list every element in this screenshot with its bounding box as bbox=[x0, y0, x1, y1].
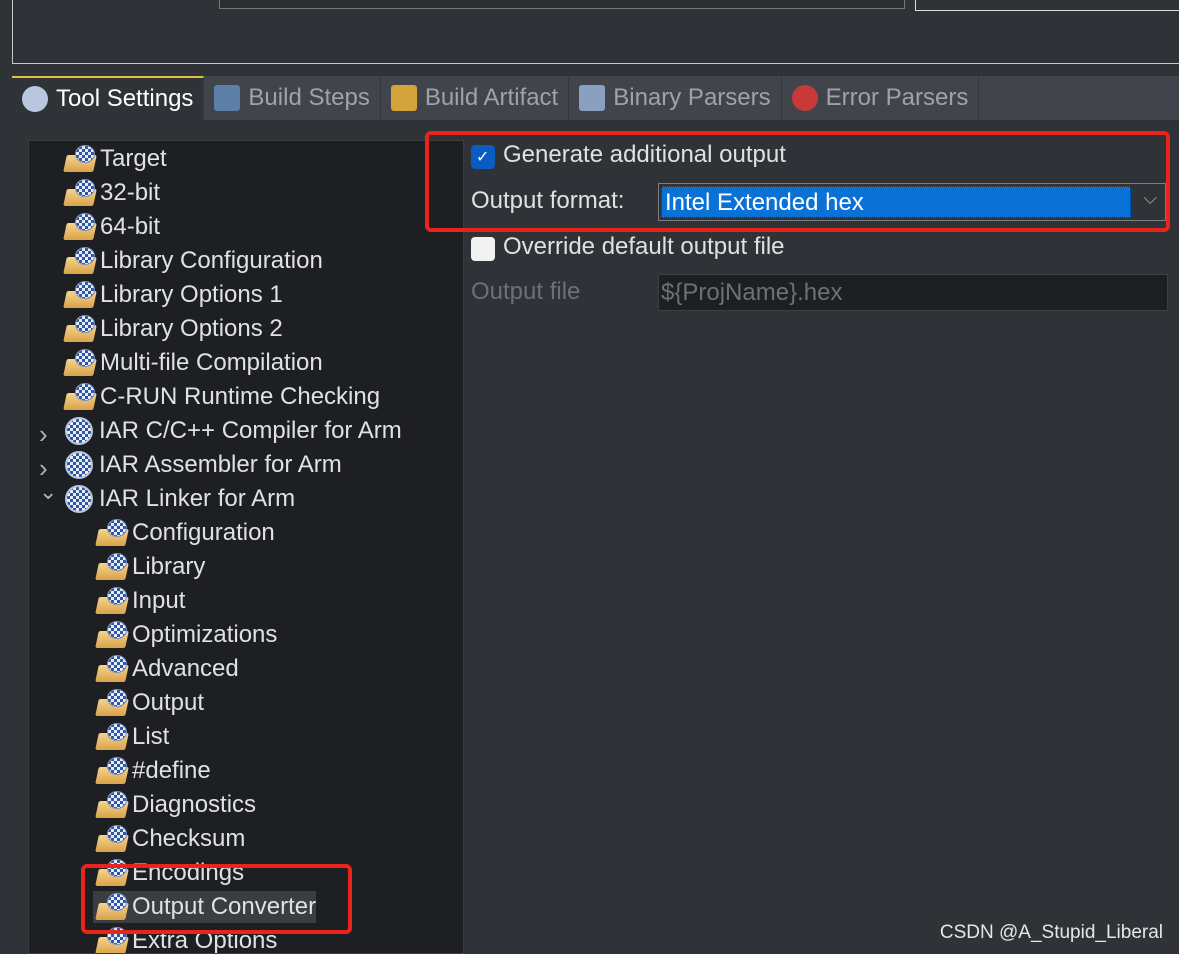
override-output-label: Override default output file bbox=[503, 233, 785, 260]
tree-item-label: Diagnostics bbox=[132, 791, 257, 818]
binary-icon bbox=[579, 85, 606, 111]
tab-bar: Tool Settings Build Steps Build Artifact Bi… bbox=[12, 76, 1179, 120]
tab-error-parsers[interactable]: Error Parsers bbox=[782, 76, 980, 120]
settings-folder-icon bbox=[63, 315, 97, 343]
tree-item[interactable]: Optimizations bbox=[95, 619, 278, 651]
tree-item[interactable]: Checksum bbox=[95, 823, 246, 855]
tab-label: Binary Parsers bbox=[613, 84, 771, 111]
tab-label: Build Steps bbox=[248, 84, 370, 111]
tool-settings-icon bbox=[22, 86, 48, 112]
settings-folder-icon bbox=[63, 213, 97, 241]
trophy-icon bbox=[390, 85, 417, 111]
settings-folder-icon bbox=[63, 349, 97, 377]
settings-folder-icon bbox=[95, 655, 129, 683]
tree-item-label: Library bbox=[132, 553, 206, 580]
chevron-right-icon[interactable]: › bbox=[39, 419, 48, 450]
tree-item[interactable]: 32-bit bbox=[63, 177, 161, 209]
settings-folder-icon bbox=[95, 553, 129, 581]
tree-item[interactable]: Target bbox=[63, 143, 167, 175]
tree-item-label: C-RUN Runtime Checking bbox=[100, 383, 381, 410]
tool-gear-icon bbox=[65, 485, 93, 513]
highlight-box bbox=[425, 131, 1170, 232]
tree-item-label: IAR C/C++ Compiler for Arm bbox=[99, 417, 402, 444]
tree-item-label: 64-bit bbox=[100, 213, 161, 240]
tree-item[interactable]: Input bbox=[95, 585, 186, 617]
settings-folder-icon bbox=[95, 791, 129, 819]
settings-folder-icon bbox=[95, 689, 129, 717]
configuration-field[interactable] bbox=[219, 0, 905, 9]
override-output-checkbox[interactable] bbox=[471, 237, 495, 261]
settings-folder-icon bbox=[95, 757, 129, 785]
tree-item-label: Target bbox=[100, 145, 167, 172]
tree-item[interactable]: Configuration bbox=[95, 517, 275, 549]
tree-item-label: Checksum bbox=[132, 825, 246, 852]
tree-item[interactable]: Library bbox=[95, 551, 206, 583]
settings-folder-icon bbox=[95, 825, 129, 853]
tree-item[interactable]: Advanced bbox=[95, 653, 239, 685]
tab-build-artifact[interactable]: Build Artifact bbox=[381, 76, 570, 120]
tab-tool-settings[interactable]: Tool Settings bbox=[12, 76, 205, 120]
tree-item-label: IAR Assembler for Arm bbox=[99, 451, 342, 478]
settings-tree[interactable]: Target 32-bit 64-bit Library Configuration L… bbox=[28, 140, 464, 954]
tree-item[interactable]: IAR C/C++ Compiler for Arm bbox=[65, 415, 402, 447]
output-file-input[interactable]: ${ProjName}.hex bbox=[658, 274, 1168, 311]
error-icon bbox=[791, 85, 818, 111]
tree-item-label: 32-bit bbox=[100, 179, 161, 206]
settings-folder-icon bbox=[95, 519, 129, 547]
output-file-label: Output file bbox=[471, 278, 581, 305]
tree-item[interactable]: Diagnostics bbox=[95, 789, 257, 821]
tree-item[interactable]: Output bbox=[95, 687, 205, 719]
tree-item[interactable]: Library Configuration bbox=[63, 245, 323, 277]
tree-item-label: Configuration bbox=[132, 519, 275, 546]
tree-item-label: Advanced bbox=[132, 655, 239, 682]
tree-item[interactable]: IAR Linker for Arm bbox=[65, 483, 295, 515]
tool-gear-icon bbox=[65, 417, 93, 445]
tree-item-label: List bbox=[132, 723, 170, 750]
tree-item[interactable]: 64-bit bbox=[63, 211, 161, 243]
tree-item[interactable]: C-RUN Runtime Checking bbox=[63, 381, 381, 413]
tab-binary-parsers[interactable]: Binary Parsers bbox=[569, 76, 782, 120]
tree-item[interactable]: IAR Assembler for Arm bbox=[65, 449, 342, 481]
tree-item-label: #define bbox=[132, 757, 211, 784]
settings-folder-icon bbox=[95, 587, 129, 615]
chevron-down-icon[interactable]: ⌄ bbox=[39, 479, 57, 505]
tree-item-label: Library Options 1 bbox=[100, 281, 283, 308]
tab-label: Tool Settings bbox=[56, 85, 194, 112]
tree-item[interactable]: List bbox=[95, 721, 170, 753]
tree-item-label: Library Options 2 bbox=[100, 315, 283, 342]
tree-item-label: Library Configuration bbox=[100, 247, 323, 274]
tree-item[interactable]: Multi-file Compilation bbox=[63, 347, 323, 379]
tree-item-label: Optimizations bbox=[132, 621, 278, 648]
watermark: CSDN @A_Stupid_Liberal bbox=[939, 922, 1163, 943]
settings-folder-icon bbox=[95, 621, 129, 649]
tree-item-label: IAR Linker for Arm bbox=[99, 485, 296, 512]
settings-folder-icon bbox=[63, 247, 97, 275]
highlight-box bbox=[81, 864, 352, 934]
build-steps-icon bbox=[214, 85, 241, 111]
tool-gear-icon bbox=[65, 451, 93, 479]
settings-folder-icon bbox=[63, 281, 97, 309]
tree-item[interactable]: #define bbox=[95, 755, 211, 787]
tree-item-label: Output bbox=[132, 689, 205, 716]
tab-build-steps[interactable]: Build Steps bbox=[204, 76, 381, 120]
settings-folder-icon bbox=[63, 145, 97, 173]
settings-folder-icon bbox=[63, 383, 97, 411]
top-panel bbox=[12, 0, 1179, 64]
settings-folder-icon bbox=[63, 179, 97, 207]
tree-item[interactable]: Library Options 1 bbox=[63, 279, 283, 311]
settings-folder-icon bbox=[95, 723, 129, 751]
tree-item-label: Input bbox=[132, 587, 186, 614]
tree-item-label: Multi-file Compilation bbox=[100, 349, 323, 376]
tab-label: Error Parsers bbox=[825, 84, 969, 111]
tab-label: Build Artifact bbox=[424, 84, 559, 111]
manage-configurations-button[interactable] bbox=[915, 0, 1179, 11]
tree-item[interactable]: Library Options 2 bbox=[63, 313, 283, 345]
